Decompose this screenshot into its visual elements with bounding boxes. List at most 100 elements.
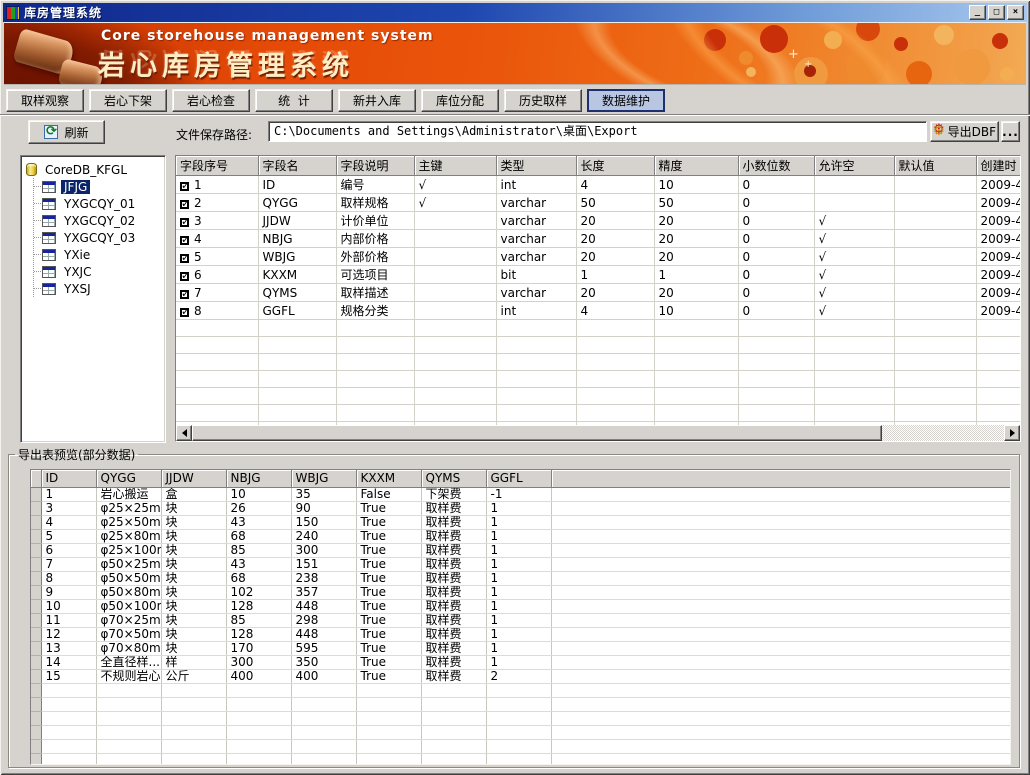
column-header[interactable]: WBJG [291,470,356,487]
table-row[interactable]: 4φ25×50mm块43150True取样费1 [31,515,1010,529]
row-selector[interactable] [31,487,41,501]
database-icon [26,163,37,176]
row-selector[interactable] [31,627,41,641]
table-row[interactable]: 1ID编号√int41002009-4- [176,176,1020,194]
row-checkbox[interactable] [180,218,189,227]
row-checkbox[interactable] [180,254,189,263]
row-checkbox[interactable] [180,200,189,209]
row-selector[interactable] [31,501,41,515]
close-button[interactable]: × [1007,5,1024,20]
export-dbf-button[interactable]: ⚙ 导出DBF [930,121,999,142]
tree-item-YXJC[interactable]: YXJC [34,263,163,280]
title-bar[interactable]: 库房管理系统 _ □ × [3,3,1027,22]
column-header[interactable]: QYMS [421,470,486,487]
row-selector[interactable] [31,655,41,669]
row-checkbox[interactable] [180,236,189,245]
column-header[interactable]: 字段序号 [176,156,258,176]
table-row[interactable]: 7φ50×25mm块43151True取样费1 [31,557,1010,571]
table-row[interactable]: 9φ50×80mm块102357True取样费1 [31,585,1010,599]
toolbar-button-3[interactable]: 岩心检查 [172,89,250,112]
row-selector[interactable] [31,613,41,627]
column-header[interactable]: 类型 [496,156,576,176]
maximize-button[interactable]: □ [988,5,1005,20]
row-checkbox[interactable] [180,308,189,317]
toolbar-button-8[interactable]: 数据维护 [587,89,665,112]
table-row[interactable]: 8φ50×50mm块68238True取样费1 [31,571,1010,585]
toolbar-button-2[interactable]: 岩心下架 [89,89,167,112]
table-row[interactable]: 7QYMS取样描述varchar20200√2009-4- [176,284,1020,302]
table-row[interactable]: 4NBJG内部价格varchar20200√2009-4- [176,230,1020,248]
cell: True [356,627,421,641]
scrollbar-track[interactable] [192,425,1004,441]
table-row[interactable]: 15不规则岩心公斤400400True取样费2 [31,669,1010,683]
column-header[interactable]: 默认值 [894,156,976,176]
row-checkbox[interactable] [180,272,189,281]
column-header[interactable]: 字段名 [258,156,336,176]
scrollbar-thumb[interactable] [192,425,882,441]
table-row[interactable]: 14全直径样...样300350True取样费1 [31,655,1010,669]
row-selector[interactable] [31,543,41,557]
table-row[interactable]: 6KXXM可选项目bit110√2009-4- [176,266,1020,284]
table-row[interactable]: 13φ70×80mm块170595True取样费1 [31,641,1010,655]
toolbar-button-6[interactable]: 库位分配 [421,89,499,112]
tree-root[interactable]: CoreDB_KFGL [26,161,163,178]
table-row[interactable]: 10φ50×100mm块128448True取样费1 [31,599,1010,613]
toolbar-button-5[interactable]: 新井入库 [338,89,416,112]
column-header[interactable]: 小数位数 [738,156,814,176]
row-selector[interactable] [31,515,41,529]
column-header[interactable]: NBJG [226,470,291,487]
column-header[interactable]: 长度 [576,156,654,176]
row-selector[interactable] [31,641,41,655]
table-row[interactable]: 6φ25×100mm块85300True取样费1 [31,543,1010,557]
toolbar-button-7[interactable]: 历史取样 [504,89,582,112]
table-row[interactable]: 1岩心搬运盒1035False下架费-1 [31,487,1010,501]
column-header[interactable]: KXXM [356,470,421,487]
table-row[interactable]: 3JJDW计价单位varchar20200√2009-4- [176,212,1020,230]
row-checkbox[interactable] [180,290,189,299]
tree-item-YXGCQY_01[interactable]: YXGCQY_01 [34,195,163,212]
row-selector[interactable] [31,599,41,613]
tree-item-YXGCQY_02[interactable]: YXGCQY_02 [34,212,163,229]
column-header[interactable]: QYGG [96,470,161,487]
path-input[interactable]: C:\Documents and Settings\Administrator\… [268,121,927,142]
scroll-left-button[interactable] [176,425,192,441]
toolbar-button-1[interactable]: 取样观察 [6,89,84,112]
table-row[interactable]: 5φ25×80mm块68240True取样费1 [31,529,1010,543]
table-row[interactable]: 3φ25×25mm块2690True取样费1 [31,501,1010,515]
empty-row [31,725,1010,739]
row-selector[interactable] [31,557,41,571]
empty-cell [356,683,421,697]
table-row[interactable]: 11φ70×25mm块85298True取样费1 [31,613,1010,627]
column-header[interactable]: JJDW [161,470,226,487]
row-selector[interactable] [31,571,41,585]
tree-item-YXGCQY_03[interactable]: YXGCQY_03 [34,229,163,246]
empty-cell [176,371,258,388]
column-header[interactable]: 允许空 [814,156,894,176]
table-row[interactable]: 12φ70×50mm块128448True取样费1 [31,627,1010,641]
minimize-button[interactable]: _ [969,5,986,20]
row-selector[interactable] [31,529,41,543]
column-header[interactable]: 主键 [414,156,496,176]
scroll-right-button[interactable] [1004,425,1020,441]
refresh-button[interactable]: ⟳ 刷新 [28,120,105,144]
column-header[interactable]: ID [41,470,96,487]
tree-item-YXie[interactable]: YXie [34,246,163,263]
column-header[interactable]: 创建时 [976,156,1020,176]
tree-item-JFJG[interactable]: JFJG [34,178,163,195]
toolbar-button-4[interactable]: 统 计 [255,89,333,112]
cell: 595 [291,641,356,655]
column-header[interactable]: 精度 [654,156,738,176]
column-header[interactable]: 字段说明 [336,156,414,176]
table-row[interactable]: 2QYGG取样规格√varchar505002009-4- [176,194,1020,212]
column-header[interactable]: GGFL [486,470,551,487]
horizontal-scrollbar[interactable] [176,425,1020,441]
empty-row [31,739,1010,753]
row-selector[interactable] [31,585,41,599]
cell: 0 [738,266,814,284]
row-selector[interactable] [31,669,41,683]
row-checkbox[interactable] [180,182,189,191]
tree-item-YXSJ[interactable]: YXSJ [34,280,163,297]
table-row[interactable]: 5WBJG外部价格varchar20200√2009-4- [176,248,1020,266]
table-row[interactable]: 8GGFL规格分类int4100√2009-4- [176,302,1020,320]
browse-path-button[interactable]: ... [1001,121,1020,142]
